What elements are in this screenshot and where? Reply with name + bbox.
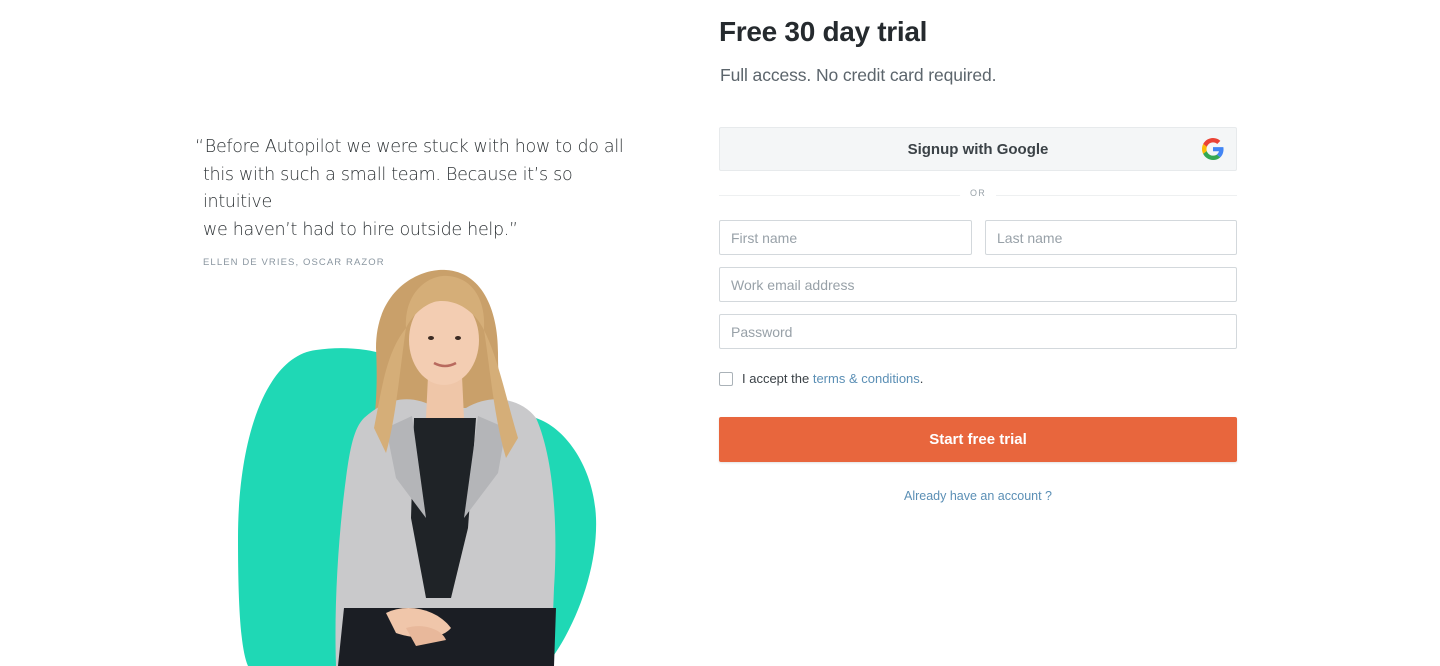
page-subtitle: Full access. No credit card required. (720, 65, 997, 85)
testimonial-quote: “Before Autopilot we were stuck with how… (195, 134, 625, 244)
google-button-label: Signup with Google (907, 140, 1049, 158)
testimonial-portrait (236, 268, 616, 666)
testimonial: “Before Autopilot we were stuck with how… (195, 134, 625, 268)
or-text: OR (960, 188, 996, 198)
last-name-input[interactable] (985, 220, 1237, 255)
signup-with-google-button[interactable]: Signup with Google (719, 127, 1237, 171)
terms-checkbox[interactable] (719, 371, 733, 386)
already-have-account-link[interactable]: Already have an account ? (719, 489, 1237, 503)
page-title: Free 30 day trial (719, 16, 928, 47)
quote-line-2: this with such a small team. Because it’… (203, 164, 573, 213)
work-email-input[interactable] (719, 267, 1237, 302)
password-input[interactable] (719, 314, 1237, 349)
start-free-trial-button[interactable]: Start free trial (719, 417, 1237, 462)
terms-suffix: . (919, 371, 924, 386)
open-quote-mark: “ (195, 137, 204, 157)
or-divider: OR (719, 188, 1237, 204)
terms-conditions-link[interactable]: terms & conditions (813, 371, 920, 386)
quote-line-3: we haven’t had to hire outside help.” (203, 219, 518, 240)
quote-line-1: Before Autopilot we were stuck with how … (204, 137, 624, 157)
terms-prefix: I accept the (742, 371, 810, 386)
first-name-input[interactable] (719, 220, 972, 255)
google-g-icon (1202, 138, 1224, 160)
terms-row: I accept the terms & conditions. (719, 371, 923, 386)
testimonial-attribution: ELLEN DE VRIES, OSCAR RAZOR (203, 257, 385, 268)
